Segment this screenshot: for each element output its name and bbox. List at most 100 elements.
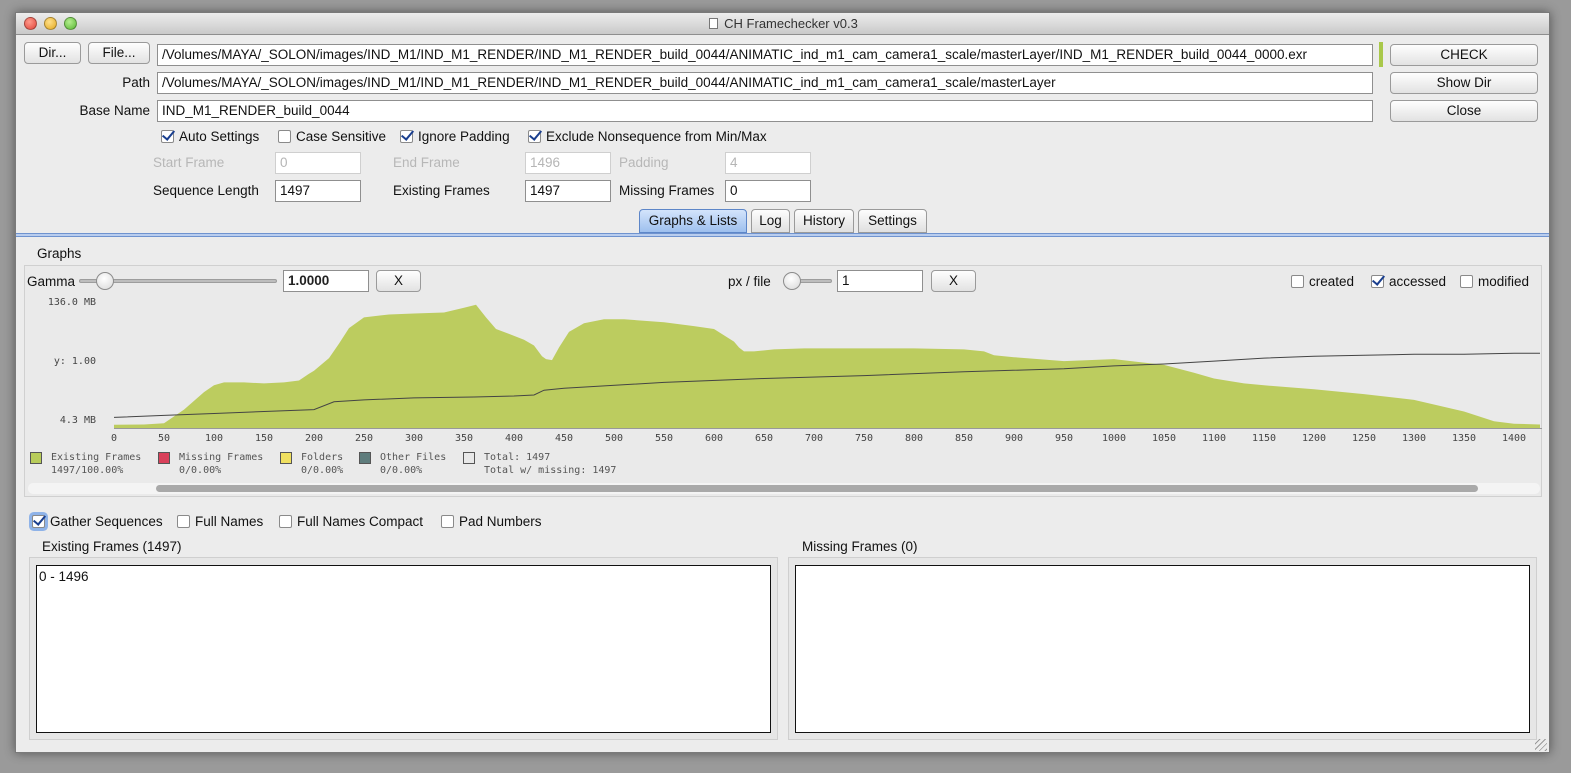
- end-frame-input: 1496: [525, 152, 611, 174]
- zoom-window-button[interactable]: [64, 17, 77, 30]
- gamma-label: Gamma: [27, 274, 76, 289]
- start-frame-label: Start Frame: [153, 155, 225, 170]
- x-tick-label: 1000: [1101, 433, 1127, 444]
- checkbox-icon: [32, 515, 45, 528]
- path-label: Path: [122, 75, 150, 90]
- checkbox-icon: [279, 515, 292, 528]
- full-names-checkbox[interactable]: Full Names: [177, 514, 263, 529]
- full-names-compact-checkbox[interactable]: Full Names Compact: [279, 514, 423, 529]
- existing-frames-label: Existing Frames: [393, 183, 490, 198]
- minimize-window-button[interactable]: [44, 17, 57, 30]
- tab-divider: [16, 233, 1549, 237]
- file-size-chart: [114, 304, 1542, 429]
- accessed-checkbox[interactable]: accessed: [1371, 274, 1446, 289]
- checkbox-label: modified: [1478, 274, 1530, 289]
- x-tick-label: 0: [110, 433, 118, 444]
- x-tick-label: 150: [254, 433, 274, 444]
- show-dir-button[interactable]: Show Dir: [1390, 72, 1538, 94]
- missing-frames-list[interactable]: [795, 565, 1530, 733]
- missing-frames-panel: [788, 557, 1537, 740]
- sequence-length-input[interactable]: 1497: [275, 180, 361, 202]
- tab-log[interactable]: Log: [751, 209, 790, 233]
- missing-frames-title: Missing Frames (0): [802, 539, 918, 554]
- checkbox-label: Ignore Padding: [418, 129, 510, 144]
- gather-sequences-checkbox[interactable]: Gather Sequences: [32, 514, 163, 529]
- legend-entry: Total: 1497 Total w/ missing: 1497: [484, 452, 617, 476]
- x-tick-label: 950: [1054, 433, 1074, 444]
- legend-swatch: [463, 452, 475, 464]
- pad-numbers-checkbox[interactable]: Pad Numbers: [441, 514, 542, 529]
- base-name-label: Base Name: [79, 103, 150, 118]
- resize-grip-icon[interactable]: [1535, 739, 1547, 751]
- file-path-input[interactable]: /Volumes/MAYA/_SOLON/images/IND_M1/IND_M…: [157, 44, 1373, 66]
- checkbox-label: Auto Settings: [179, 129, 260, 144]
- x-tick-label: 200: [304, 433, 324, 444]
- horizontal-scrollbar[interactable]: [28, 483, 1540, 494]
- legend-swatch: [30, 452, 42, 464]
- existing-frames-title: Existing Frames (1497): [42, 539, 182, 554]
- existing-frames-list[interactable]: 0 - 1496: [36, 565, 771, 733]
- window-title: CH Framechecker v0.3: [724, 16, 858, 31]
- x-tick-label: 1150: [1251, 433, 1277, 444]
- gamma-reset-button[interactable]: X: [376, 270, 421, 292]
- sequence-length-label: Sequence Length: [153, 183, 259, 198]
- exclude-nonsequence-checkbox[interactable]: Exclude Nonsequence from Min/Max: [528, 129, 767, 144]
- ignore-padding-checkbox[interactable]: Ignore Padding: [400, 129, 510, 144]
- gamma-input[interactable]: 1.0000: [283, 270, 369, 292]
- x-tick-label: 350: [454, 433, 474, 444]
- legend-entry: Missing Frames 0/0.00%: [179, 452, 264, 476]
- auto-settings-checkbox[interactable]: Auto Settings: [161, 129, 259, 144]
- checkbox-label: Full Names Compact: [297, 514, 424, 529]
- graphs-section-label: Graphs: [37, 246, 82, 261]
- x-tick-label: 1100: [1201, 433, 1227, 444]
- checkbox-icon: [1291, 275, 1304, 288]
- tab-settings[interactable]: Settings: [858, 209, 927, 233]
- case-sensitive-checkbox[interactable]: Case Sensitive: [278, 129, 386, 144]
- x-tick-label: 500: [604, 433, 624, 444]
- existing-frames-panel: 0 - 1496: [29, 557, 778, 740]
- y-gamma-label: y: 1.00: [53, 356, 96, 367]
- x-tick-label: 1200: [1301, 433, 1327, 444]
- path-input[interactable]: /Volumes/MAYA/_SOLON/images/IND_M1/IND_M…: [157, 72, 1373, 94]
- modified-checkbox[interactable]: modified: [1460, 274, 1529, 289]
- x-tick-label: 1050: [1151, 433, 1177, 444]
- scrollbar-thumb[interactable]: [156, 485, 1478, 492]
- x-tick-label: 700: [804, 433, 824, 444]
- checkbox-label: accessed: [1389, 274, 1447, 289]
- missing-frames-input[interactable]: 0: [725, 180, 811, 202]
- dir-button[interactable]: Dir...: [24, 42, 81, 64]
- list-item[interactable]: 0 - 1496: [39, 569, 768, 584]
- px-file-reset-button[interactable]: X: [931, 270, 976, 292]
- legend-entry: Other Files 0/0.00%: [380, 452, 447, 476]
- gamma-slider-thumb[interactable]: [96, 272, 114, 290]
- file-button[interactable]: File...: [88, 42, 150, 64]
- x-tick-label: 650: [754, 433, 774, 444]
- px-file-input[interactable]: 1: [837, 270, 923, 292]
- legend-entry: Existing Frames 1497/100.00%: [51, 452, 142, 476]
- padding-input: 4: [725, 152, 811, 174]
- tab-history[interactable]: History: [794, 209, 854, 233]
- legend-swatch: [359, 452, 371, 464]
- checkbox-icon: [441, 515, 454, 528]
- checkbox-label: created: [1309, 274, 1355, 289]
- close-button[interactable]: Close: [1390, 100, 1538, 122]
- x-tick-label: 750: [854, 433, 874, 444]
- x-tick-label: 1250: [1351, 433, 1377, 444]
- px-file-slider-thumb[interactable]: [783, 272, 801, 290]
- status-indicator: [1379, 42, 1383, 67]
- x-tick-label: 1400: [1501, 433, 1527, 444]
- checkbox-icon: [1371, 275, 1384, 288]
- legend-swatch: [280, 452, 292, 464]
- created-checkbox[interactable]: created: [1291, 274, 1354, 289]
- app-window: CH Framechecker v0.3 Dir... File... /Vol…: [15, 12, 1550, 753]
- check-button[interactable]: CHECK: [1390, 44, 1538, 66]
- existing-frames-input[interactable]: 1497: [525, 180, 611, 202]
- x-tick-label: 1350: [1451, 433, 1477, 444]
- title-bar: CH Framechecker v0.3: [16, 13, 1549, 35]
- tab-graphs-lists[interactable]: Graphs & Lists: [639, 209, 747, 233]
- x-tick-label: 300: [404, 433, 424, 444]
- checkbox-label: Case Sensitive: [296, 129, 387, 144]
- padding-label: Padding: [619, 155, 669, 170]
- base-name-input[interactable]: IND_M1_RENDER_build_0044: [157, 100, 1373, 122]
- close-window-button[interactable]: [24, 17, 37, 30]
